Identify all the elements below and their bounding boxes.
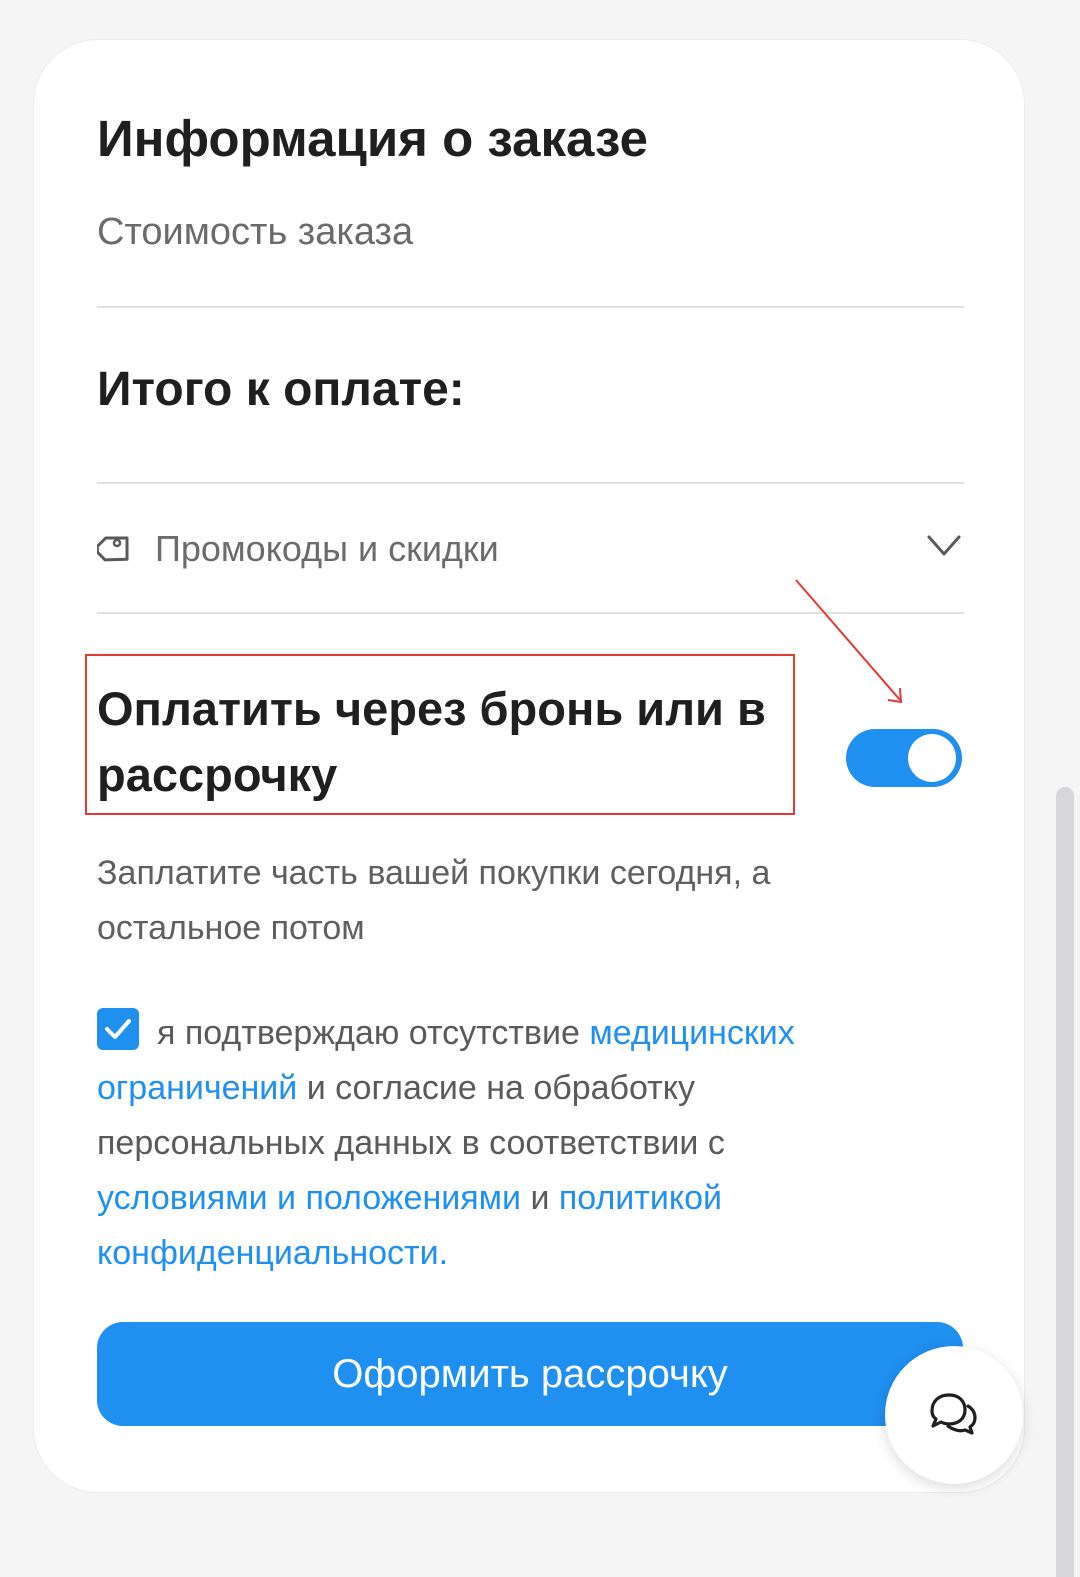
total-label: Итого к оплате:: [97, 363, 465, 416]
order-cost-label: Стоимость заказа: [97, 211, 414, 253]
consent-block: я подтверждаю отсутствие медицинских огр…: [97, 1006, 897, 1281]
consent-checkbox[interactable]: [97, 1008, 139, 1050]
page: Информация о заказе Стоимость заказа Ито…: [0, 0, 1080, 1577]
consent-text: я подтверждаю отсутствие: [157, 1014, 590, 1052]
toggle-knob: [908, 734, 956, 782]
consent-text: и: [521, 1179, 559, 1217]
divider: [97, 306, 964, 308]
tag-icon: [95, 530, 133, 570]
installment-toggle[interactable]: [846, 729, 962, 787]
submit-installment-button[interactable]: Оформить рассрочку: [97, 1322, 963, 1426]
scrollbar[interactable]: [1056, 787, 1074, 1577]
terms-link[interactable]: условиями и положениями: [97, 1179, 521, 1217]
installment-description: Заплатите часть вашей покупки сегодня, а…: [97, 854, 771, 947]
consent-period: .: [438, 1234, 449, 1272]
chat-bubbles-icon: [930, 1393, 977, 1435]
promo-codes-toggle[interactable]: Промокоды и скидки: [95, 520, 964, 580]
installment-title: Оплатить через бронь или в рассрочку: [97, 682, 766, 801]
divider: [97, 482, 964, 484]
promo-codes-label: Промокоды и скидки: [155, 528, 499, 569]
chevron-down-icon[interactable]: [926, 532, 962, 560]
chat-button[interactable]: [885, 1346, 1023, 1484]
annotation-arrow: [795, 579, 903, 704]
page-title: Информация о заказе: [97, 110, 649, 167]
